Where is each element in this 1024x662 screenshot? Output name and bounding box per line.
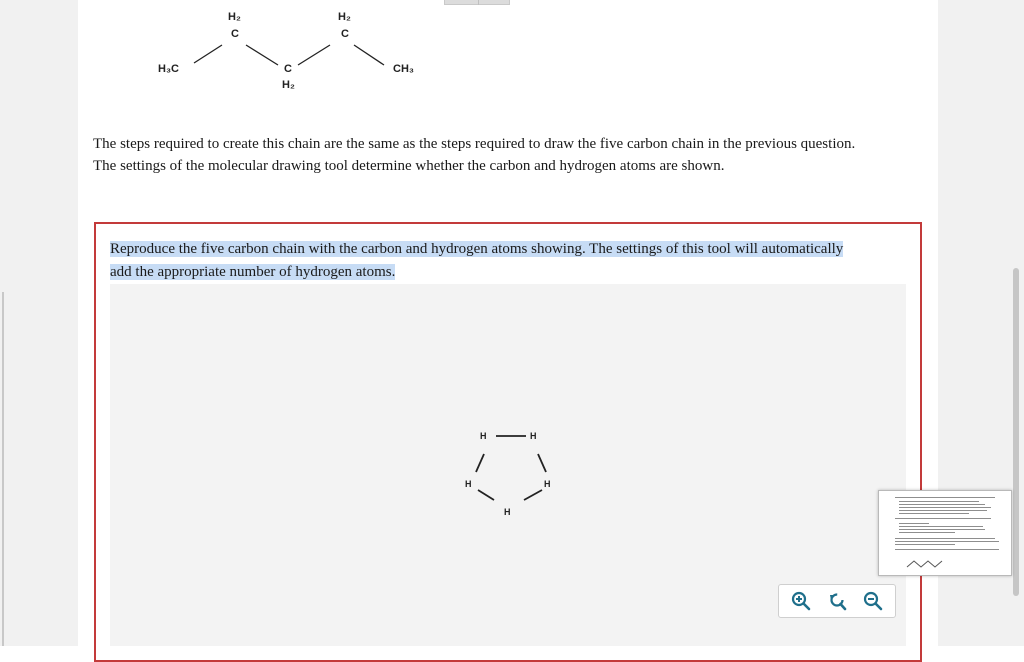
drawn-atom-4[interactable]: H: [544, 480, 551, 489]
reference-molecule: H₃C H₂ C C H₂ H₂ C CH₃: [150, 8, 440, 100]
reset-view-button[interactable]: [823, 588, 851, 614]
drawn-atom-5[interactable]: H: [504, 508, 511, 517]
zoom-out-icon: [863, 591, 883, 611]
bond-4: [353, 44, 385, 66]
atom-h2-c2: H₂: [282, 79, 295, 91]
drawn-atom-1[interactable]: H: [480, 432, 487, 441]
prompt-line-2: add the appropriate number of hydrogen a…: [110, 264, 396, 280]
drawn-bond-bottom-left[interactable]: [477, 489, 495, 501]
atom-ch3: CH₃: [393, 63, 414, 75]
bond-2: [245, 44, 279, 66]
drawn-bond-bottom-right[interactable]: [523, 489, 543, 501]
atom-h3c: H₃C: [158, 63, 179, 75]
zoom-in-icon: [791, 591, 811, 611]
atom-h2-c1: H₂: [228, 11, 241, 23]
instruction-text: The steps required to create this chain …: [93, 133, 923, 177]
left-gutter: [0, 0, 78, 646]
left-scroll-track: [2, 292, 4, 646]
prompt-line-1: Reproduce the five carbon chain with the…: [110, 241, 844, 257]
atom-c2: C: [284, 63, 292, 75]
drawn-molecule[interactable]: H H H H H: [462, 428, 562, 520]
drawn-atom-2[interactable]: H: [530, 432, 537, 441]
atom-h2-c3: H₂: [338, 11, 351, 23]
top-tab-divider: [478, 0, 479, 5]
top-tab-control[interactable]: [444, 0, 510, 5]
zoom-toolbar: [778, 584, 896, 618]
bond-1: [193, 44, 223, 64]
instruction-line-2: The settings of the molecular drawing to…: [93, 158, 725, 174]
drawn-molecule-bonds: [475, 435, 547, 501]
page-thumbnail-preview[interactable]: [878, 490, 1012, 576]
zoom-in-button[interactable]: [787, 588, 815, 614]
thumbnail-molecule-icon: [906, 560, 943, 568]
drawn-bond-right[interactable]: [537, 453, 547, 473]
atom-c1: C: [231, 28, 239, 40]
zoom-out-button[interactable]: [859, 588, 887, 614]
question-prompt: Reproduce the five carbon chain with the…: [110, 238, 910, 284]
instruction-line-1: The steps required to create this chain …: [93, 136, 856, 152]
reference-molecule-bonds: [193, 44, 385, 66]
atom-c3: C: [341, 28, 349, 40]
drawn-atom-3[interactable]: H: [465, 480, 472, 489]
page-scrollbar-thumb[interactable]: [1013, 268, 1019, 596]
bond-3: [297, 44, 331, 66]
drawn-bond-left[interactable]: [475, 453, 485, 473]
reset-view-icon: [830, 593, 847, 611]
